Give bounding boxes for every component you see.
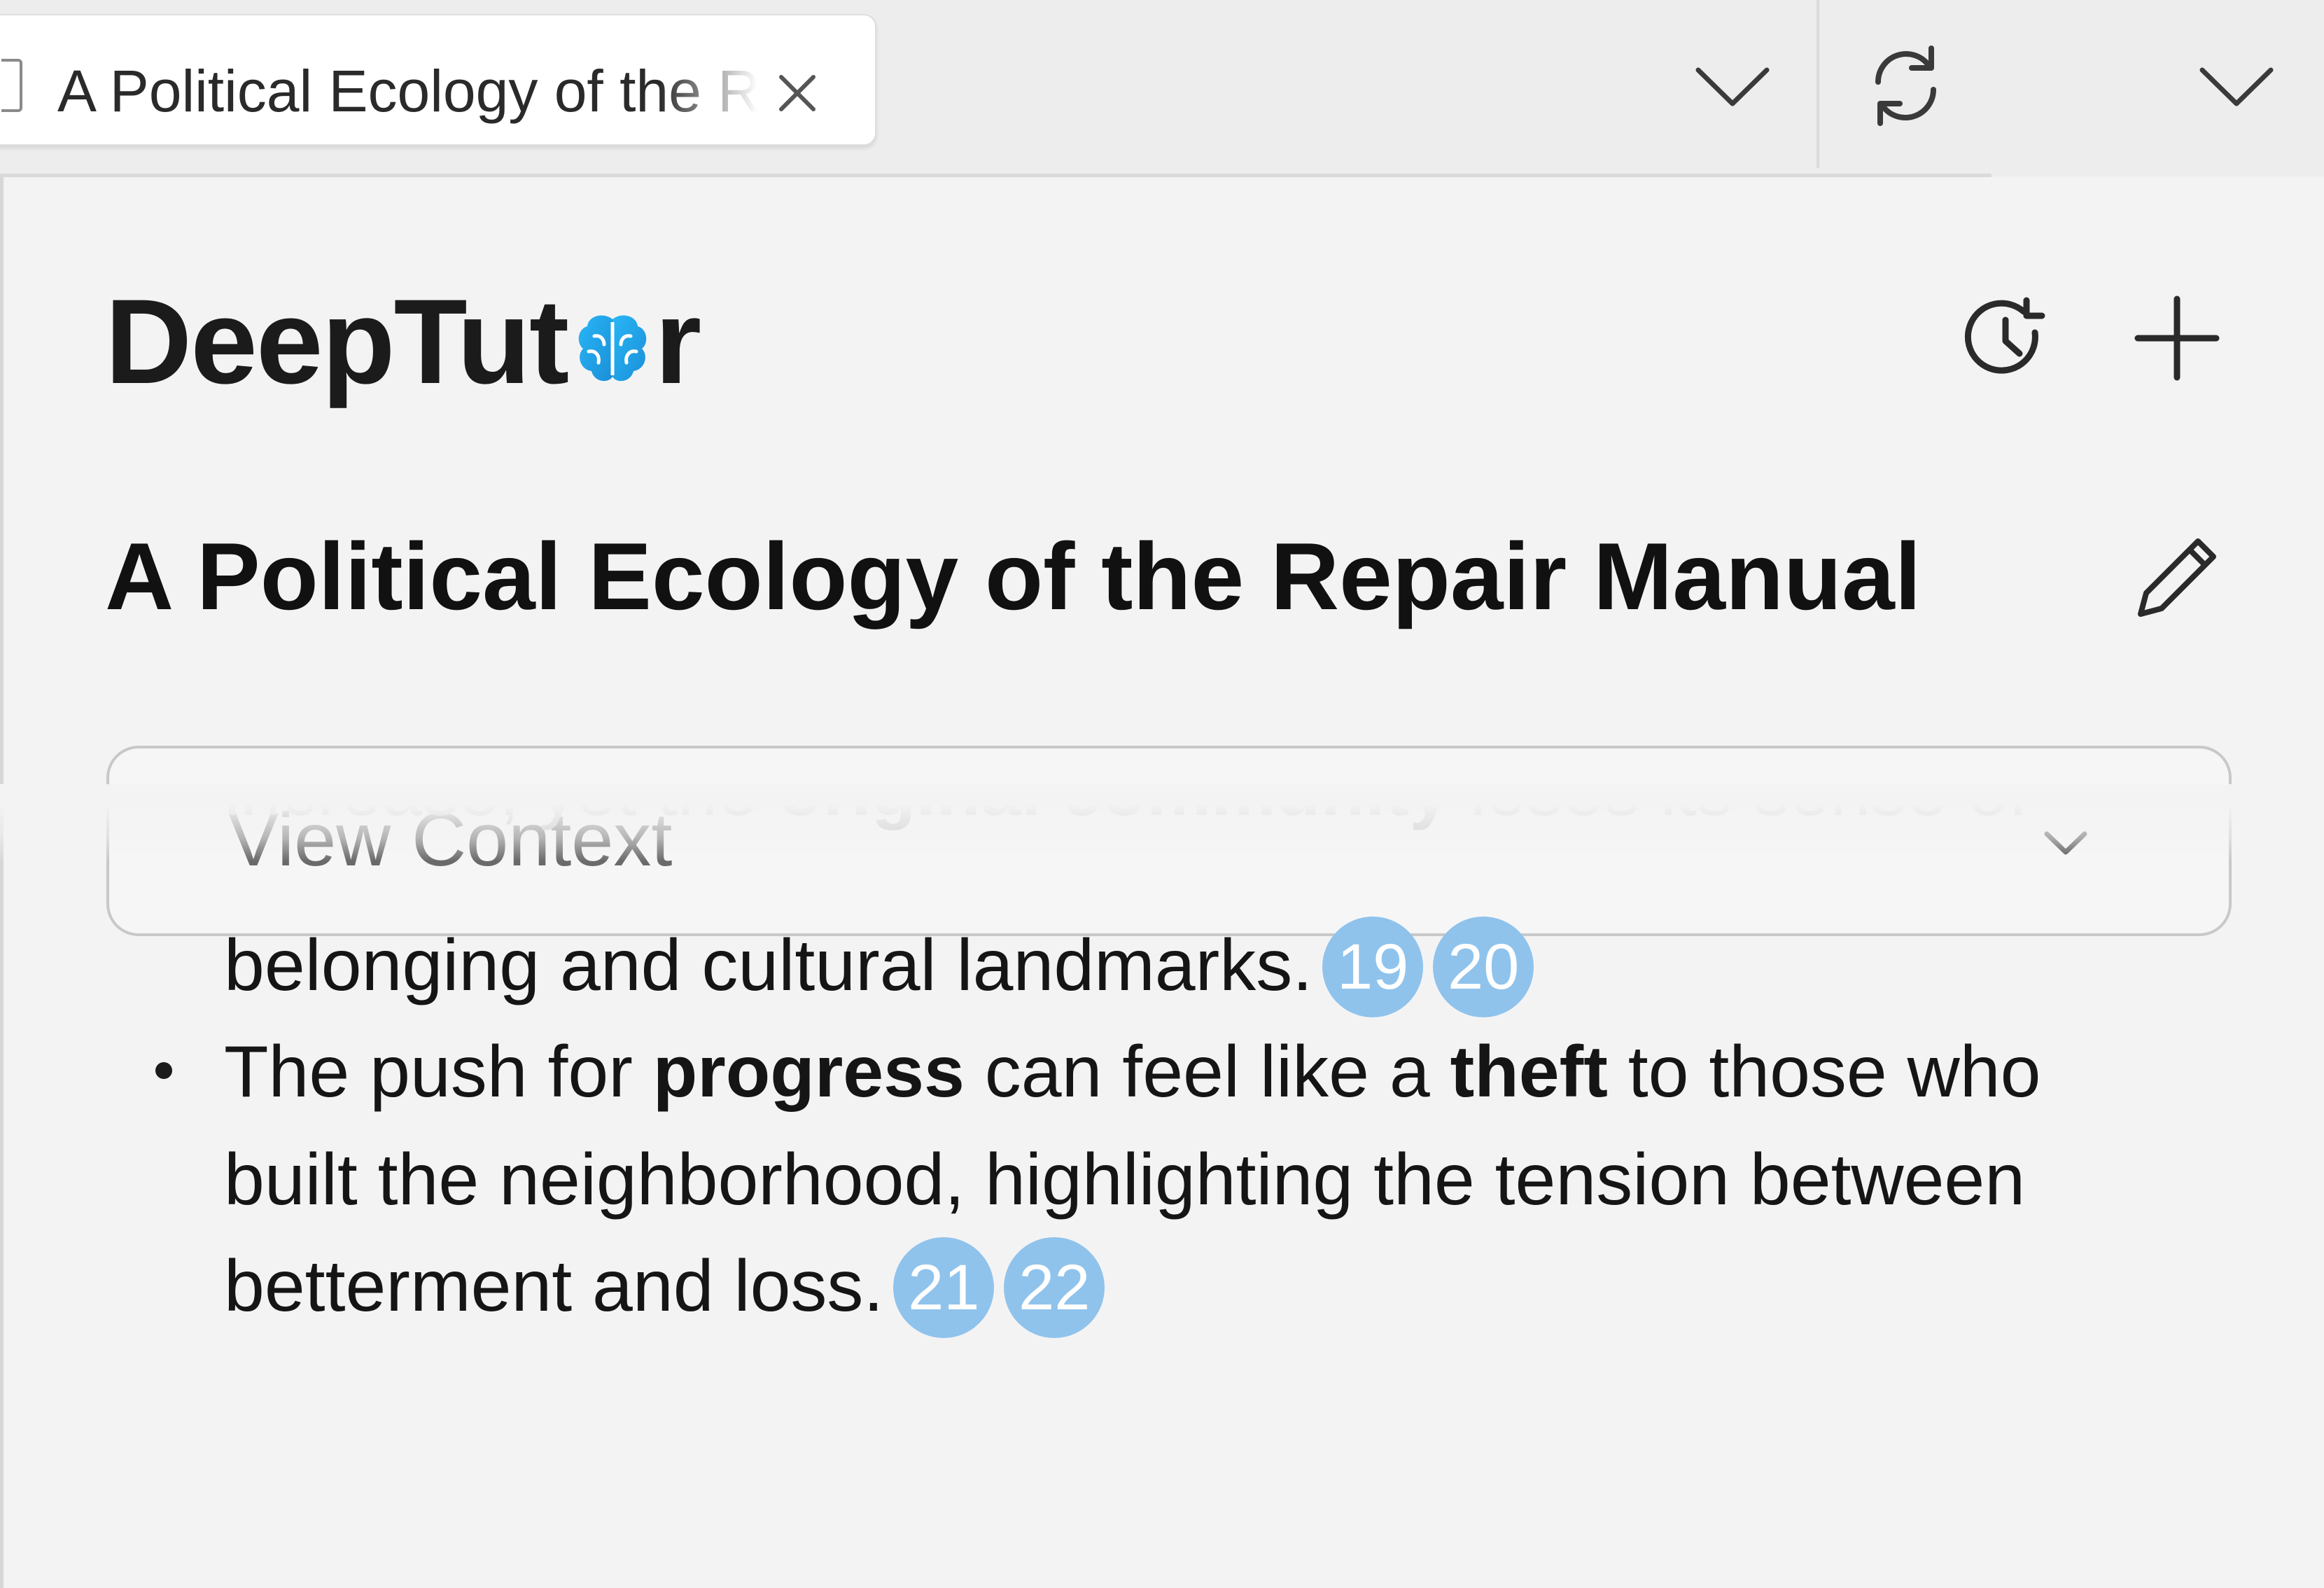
citation-badge[interactable]: 20	[1433, 916, 1534, 1017]
citation-badge[interactable]: 21	[893, 1237, 995, 1338]
tab-list-chevron-down-icon[interactable]	[1687, 42, 1778, 133]
bullet-line: The push for progress can feel like a th…	[224, 1031, 2041, 1113]
tabbar-divider	[1816, 0, 1819, 168]
close-icon[interactable]	[771, 67, 823, 119]
history-icon[interactable]	[1956, 289, 2054, 387]
document-icon	[1, 59, 22, 112]
panel-menu-chevron-down-icon[interactable]	[2191, 42, 2282, 133]
brain-icon	[578, 315, 647, 382]
assistant-message: increase, yet the original community los…	[0, 784, 2324, 1411]
citation-badge[interactable]: 22	[1004, 1237, 1105, 1338]
deeptutor-logo: DeepTut r	[105, 274, 701, 409]
citation-badge[interactable]: 19	[1322, 916, 1424, 1017]
bullet-dot	[155, 1062, 172, 1079]
pencil-icon[interactable]	[2128, 527, 2226, 625]
bullet-line: betterment and loss. 21 22	[224, 1234, 1105, 1342]
logo-text-prefix: DeepTut	[105, 274, 569, 409]
refresh-icon[interactable]	[1858, 39, 1953, 133]
tab-title: A Political Ecology of the Repair Manual	[57, 58, 757, 124]
message-line: belonging and cultural landmarks. 19 20	[224, 913, 1534, 1022]
message-line-faded: increase, yet the original community los…	[224, 784, 2029, 831]
document-tab[interactable]: A Political Ecology of the Repair Manual	[0, 14, 876, 146]
session-title: A Political Ecology of the Repair Manual	[105, 523, 1921, 629]
tab-bar: A Political Ecology of the Repair Manual	[0, 0, 2324, 177]
bullet-line: built the neighborhood, highlighting the…	[224, 1139, 2026, 1220]
plus-icon[interactable]	[2128, 289, 2226, 387]
logo-text-suffix: r	[654, 274, 701, 409]
